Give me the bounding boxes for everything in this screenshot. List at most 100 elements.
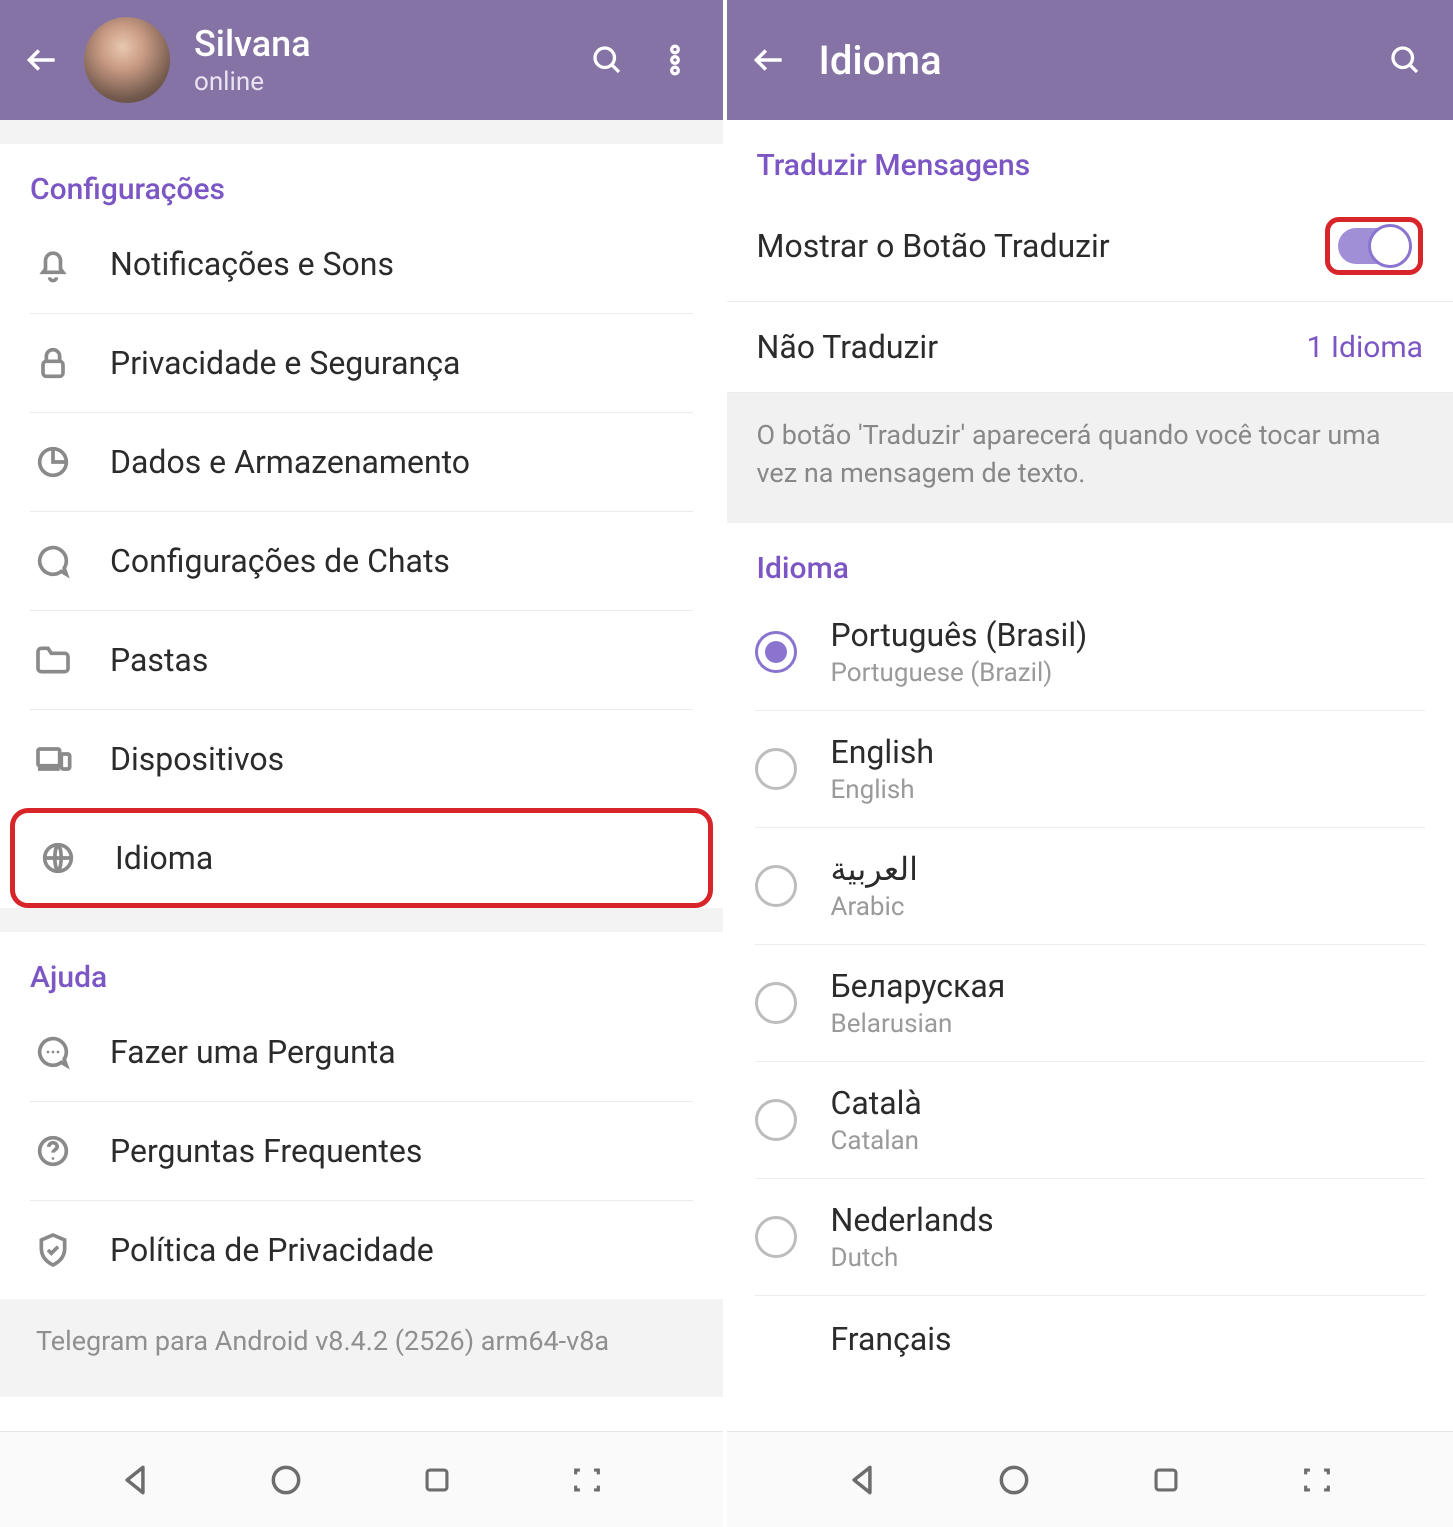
search-icon[interactable] [579,32,635,88]
language-item[interactable]: Nederlands Dutch [755,1179,1426,1296]
settings-item-folders[interactable]: Pastas [30,611,693,710]
settings-item-notifications[interactable]: Notificações e Sons [30,215,693,314]
language-name: Nederlands [831,1201,994,1239]
language-item[interactable]: Français [755,1296,1426,1382]
language-item[interactable]: English English [755,711,1426,828]
settings-item-label: Dados e Armazenamento [110,443,470,481]
settings-item-language[interactable]: Idioma [15,813,708,903]
pie-icon [30,439,76,485]
divider [0,908,723,932]
radio-icon[interactable] [755,865,797,907]
settings-screen: Silvana online Configurações Notificaçõe… [0,0,727,1527]
settings-item-privacy[interactable]: Privacidade e Segurança [30,314,693,413]
section-header-translate: Traduzir Mensagens [727,120,1453,191]
help-item-privacy[interactable]: Política de Privacidade [30,1201,693,1299]
back-button[interactable] [747,38,791,82]
chat-icon [30,538,76,584]
nav-screenshot-icon[interactable] [1292,1455,1342,1505]
appbar: Silvana online [0,0,723,120]
language-name: العربية [831,850,918,888]
question-icon [30,1128,76,1174]
shield-icon [30,1227,76,1273]
help-list: Fazer uma Pergunta Perguntas Frequentes … [0,1003,723,1299]
settings-item-label: Pastas [110,641,208,679]
settings-item-label: Privacidade e Segurança [110,344,460,382]
language-item[interactable]: Беларуская Belarusian [755,945,1426,1062]
nav-home-icon[interactable] [989,1455,1039,1505]
language-name: Català [831,1084,922,1122]
language-item[interactable]: Português (Brasil) Portuguese (Brazil) [755,594,1426,711]
section-header-config: Configurações [0,144,723,215]
page-title: Idioma [819,37,1366,84]
settings-item-chats[interactable]: Configurações de Chats [30,512,693,611]
radio-icon[interactable] [755,1099,797,1141]
language-content: Traduzir Mensagens Mostrar o Botão Tradu… [727,120,1453,1431]
lock-icon [30,340,76,386]
language-sub: Catalan [831,1126,922,1156]
settings-item-label: Idioma [115,839,213,877]
nav-back-icon[interactable] [110,1455,160,1505]
devices-icon [30,736,76,782]
chat-dots-icon [30,1029,76,1075]
settings-item-data[interactable]: Dados e Armazenamento [30,413,693,512]
radio-icon[interactable] [755,982,797,1024]
language-name: Беларуская [831,967,1006,1005]
settings-content: Configurações Notificações e Sons Privac… [0,120,723,1431]
section-header-help: Ajuda [0,932,723,1003]
help-item-label: Fazer uma Pergunta [110,1033,396,1071]
highlight-toggle [1325,217,1423,275]
dont-translate-value: 1 Idioma [1307,330,1423,365]
dont-translate-label: Não Traduzir [757,328,939,366]
dont-translate-row[interactable]: Não Traduzir 1 Idioma [727,302,1453,393]
nav-recent-icon[interactable] [1141,1455,1191,1505]
more-menu-icon[interactable] [647,32,703,88]
settings-item-label: Configurações de Chats [110,542,450,580]
language-name: Français [831,1320,952,1358]
settings-item-label: Dispositivos [110,740,284,778]
help-item-ask[interactable]: Fazer uma Pergunta [30,1003,693,1102]
highlight-idioma: Idioma [10,808,713,908]
android-navbar [0,1431,723,1527]
info-text: O botão 'Traduzir' aparecerá quando você… [727,393,1453,523]
help-item-label: Política de Privacidade [110,1231,434,1269]
settings-item-label: Notificações e Sons [110,245,394,283]
title-box[interactable]: Silvana online [194,23,567,97]
nav-home-icon[interactable] [261,1455,311,1505]
appbar: Idioma [727,0,1453,120]
folder-icon [30,637,76,683]
language-sub: Belarusian [831,1009,1006,1039]
nav-screenshot-icon[interactable] [562,1455,612,1505]
nav-back-icon[interactable] [837,1455,887,1505]
language-sub: English [831,775,935,805]
settings-item-devices[interactable]: Dispositivos [30,710,693,808]
section-header-language: Idioma [727,523,1453,594]
help-item-label: Perguntas Frequentes [110,1132,422,1170]
help-item-faq[interactable]: Perguntas Frequentes [30,1102,693,1201]
language-item[interactable]: Català Catalan [755,1062,1426,1179]
bell-icon [30,241,76,287]
show-translate-label: Mostrar o Botão Traduzir [757,227,1110,265]
search-icon[interactable] [1377,32,1433,88]
translate-toggle[interactable] [1338,228,1410,264]
contact-status: online [194,67,567,97]
language-sub: Dutch [831,1243,994,1273]
language-name: English [831,733,935,771]
language-sub: Arabic [831,892,918,922]
divider [0,120,723,144]
radio-icon[interactable] [755,748,797,790]
avatar[interactable] [84,17,170,103]
language-sub: Portuguese (Brazil) [831,658,1088,688]
nav-recent-icon[interactable] [412,1455,462,1505]
radio-selected-icon[interactable] [755,631,797,673]
back-button[interactable] [20,38,64,82]
version-footer: Telegram para Android v8.4.2 (2526) arm6… [0,1299,723,1397]
show-translate-row[interactable]: Mostrar o Botão Traduzir [727,191,1453,302]
language-item[interactable]: العربية Arabic [755,828,1426,945]
language-list: Português (Brasil) Portuguese (Brazil) E… [727,594,1453,1382]
radio-icon[interactable] [755,1216,797,1258]
language-screen: Idioma Traduzir Mensagens Mostrar o Botã… [727,0,1453,1527]
globe-icon [35,835,81,881]
android-navbar [727,1431,1453,1527]
settings-list: Notificações e Sons Privacidade e Segura… [0,215,723,808]
contact-name: Silvana [194,23,567,65]
